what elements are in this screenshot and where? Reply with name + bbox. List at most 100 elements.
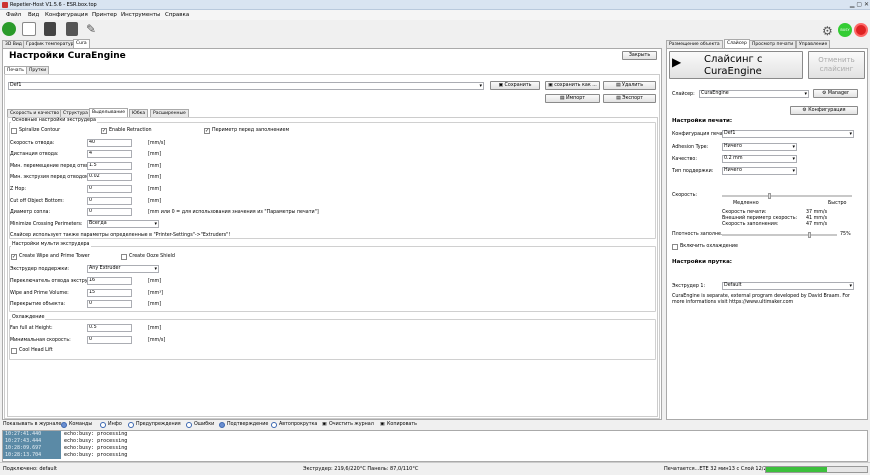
wipe-volume-input[interactable]: 15 [87, 289, 132, 297]
min-extrusion-input[interactable]: 0.02 [87, 173, 132, 181]
spiralize-checkbox[interactable] [11, 128, 17, 134]
extruder-switch-unit: [mm] [148, 279, 162, 284]
tab-advanced[interactable]: Расширенные [150, 109, 189, 117]
log-filter-warnings[interactable]: Предупреждения [136, 422, 181, 427]
connect-icon[interactable] [2, 22, 16, 36]
emergency-stop-icon[interactable] [854, 23, 868, 37]
tab-skirt[interactable]: Юбка [129, 109, 149, 117]
autoscroll-toggle-icon[interactable] [271, 422, 277, 428]
infill-density-value: 75% [840, 232, 851, 237]
wipe-prime-tower-checkbox[interactable]: ✓ [11, 254, 17, 260]
toolbar [0, 20, 870, 40]
menu-config[interactable]: Конфигурация [45, 12, 88, 18]
density-slider-thumb[interactable] [808, 232, 812, 238]
extruder1-select[interactable]: Default [722, 282, 854, 290]
log-filter-ack[interactable]: Подтверждение [227, 422, 268, 427]
tab-structure[interactable]: Структура [60, 109, 91, 117]
info-toggle-icon[interactable] [100, 422, 106, 428]
slicer-select[interactable]: CuraEngine [699, 90, 809, 98]
tab-print[interactable]: Печать [4, 66, 27, 74]
tab-speed-quality[interactable]: Скорость и качество [7, 109, 63, 117]
enable-cooling-checkbox[interactable] [672, 244, 678, 250]
page-title: Настройки CuraEngine [9, 51, 126, 61]
support-extruder-select[interactable]: Any Extruder [87, 265, 159, 273]
cool-head-lift-checkbox[interactable] [11, 348, 17, 354]
tab-3d-view[interactable]: 3D Вид [2, 40, 25, 48]
tab-temperature-graph[interactable]: График температур [23, 40, 77, 48]
log-copy-button[interactable]: Копировать [387, 422, 417, 427]
load-file-icon[interactable] [22, 22, 36, 36]
cut-off-bottom-input[interactable]: 0 [87, 197, 132, 205]
log-filter-info[interactable]: Инфо [108, 422, 122, 427]
profile-select[interactable]: Def1 [8, 82, 484, 90]
tab-object-placement[interactable]: Размещение объекта [666, 40, 723, 48]
menu-view[interactable]: Вид [28, 12, 39, 18]
warnings-toggle-icon[interactable] [128, 422, 134, 428]
pause-icon[interactable] [44, 22, 56, 36]
perimeter-before-infill-checkbox[interactable]: ✓ [204, 128, 210, 134]
delete-button[interactable]: ▤ Удалить [603, 81, 656, 90]
errors-toggle-icon[interactable] [186, 422, 192, 428]
tab-slicer[interactable]: Слайсер [724, 39, 750, 48]
commands-toggle-icon[interactable] [61, 422, 67, 428]
cut-off-bottom-unit: [mm] [148, 199, 162, 204]
configuration-button[interactable]: ⚙ Конфигурация [790, 106, 858, 115]
speed-slider-thumb[interactable] [767, 193, 771, 199]
slice-button[interactable]: ▶ Слайсинг с CuraEngine [669, 51, 803, 79]
nozzle-diameter-input[interactable]: 0 [87, 208, 132, 216]
close-button[interactable]: Закрыть [622, 51, 657, 60]
save-as-button[interactable]: ▣ сохранить как ... [545, 81, 600, 90]
copy-icon[interactable]: ▣ [380, 422, 385, 427]
log-panel[interactable]: 10:27:41.440 echo:busy: processing 10:27… [2, 430, 868, 462]
z-hop-input[interactable]: 0 [87, 185, 132, 193]
enable-retraction-checkbox[interactable]: ✓ [101, 128, 107, 134]
log-line: 10:27:43.444 echo:busy: processing [3, 438, 128, 445]
tab-filaments[interactable]: Прутки [26, 66, 50, 74]
status-bar: Подключено: default Экструдер: 219,6/220… [0, 462, 870, 475]
filament-settings-title: Настройки прутка: [672, 259, 732, 265]
slicer-label: Слайсер: [672, 92, 695, 97]
import-button[interactable]: ▤ Импорт [545, 94, 600, 103]
menu-tools[interactable]: Инструменты [121, 12, 160, 18]
minimize-crossing-select[interactable]: Всегда [87, 220, 159, 228]
menu-file[interactable]: Файл [6, 12, 21, 18]
adhesion-select[interactable]: Ничего [722, 143, 797, 151]
tab-cura[interactable]: Cura [73, 39, 90, 48]
export-button[interactable]: ▤ Экспорт [603, 94, 656, 103]
tab-print-preview[interactable]: Просмотр печати [749, 40, 797, 48]
pencil-icon[interactable]: ✎ [86, 22, 100, 36]
fan-full-height-input[interactable]: 0.5 [87, 324, 132, 332]
clear-log-icon[interactable]: ▣ [322, 422, 327, 427]
log-filter-autoscroll[interactable]: Автопрокрутка [279, 422, 317, 427]
extruder-switch-input[interactable]: 16 [87, 277, 132, 285]
print-config-select[interactable]: Def1 [722, 130, 854, 138]
tab-manual-control[interactable]: Управление [796, 40, 831, 48]
cancel-slicing-button[interactable]: Отменить слайсинг [808, 51, 865, 79]
min-travel-input[interactable]: 1.5 [87, 162, 132, 170]
retraction-distance-input[interactable]: 4 [87, 150, 132, 158]
tab-retraction[interactable]: Выделывание [89, 108, 128, 117]
log-clear-button[interactable]: Очистить журнал [329, 422, 374, 427]
cut-off-bottom-label: Cut off Object Bottom: [10, 199, 64, 204]
speed-label: Скорость: [672, 193, 698, 198]
ooze-shield-checkbox[interactable] [121, 254, 127, 260]
quality-select[interactable]: 0.2 mm [722, 155, 797, 163]
log-filter-errors[interactable]: Ошибки [194, 422, 214, 427]
enable-cooling-label: Включить охлаждение [680, 244, 738, 249]
retraction-speed-input[interactable]: 40 [87, 139, 132, 147]
min-speed-input[interactable]: 0 [87, 336, 132, 344]
support-type-label: Тип поддержки: [672, 169, 714, 174]
manager-button[interactable]: ⚙ Manager [813, 89, 858, 98]
object-overlap-input[interactable]: 0 [87, 300, 132, 308]
menu-printer[interactable]: Принтер [92, 12, 117, 18]
gear-icon[interactable]: ⚙ [822, 24, 833, 38]
speed-outer-value: 41 mm/s [806, 216, 828, 221]
window-controls[interactable]: ▁ ▢ ✕ [845, 1, 869, 9]
support-type-select[interactable]: Ничего [722, 167, 797, 175]
ack-toggle-icon[interactable] [219, 422, 225, 428]
stop-icon[interactable] [66, 22, 78, 36]
log-filter-commands[interactable]: Команды [69, 422, 92, 427]
menu-help[interactable]: Справка [165, 12, 189, 18]
save-button[interactable]: ▣ Сохранить [490, 81, 540, 90]
extruder1-label: Экструдер 1: [672, 284, 706, 289]
